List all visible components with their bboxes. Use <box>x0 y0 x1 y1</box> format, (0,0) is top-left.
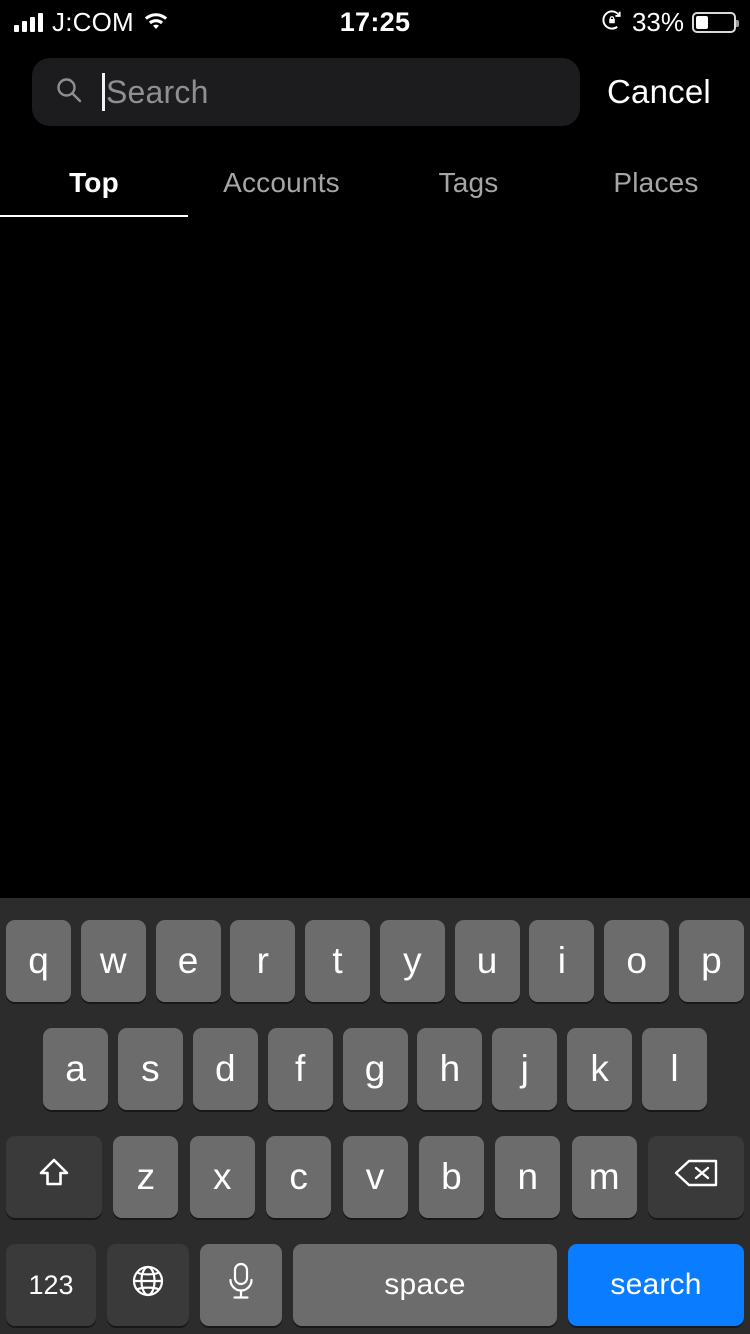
dictation-key[interactable] <box>200 1244 282 1326</box>
backspace-key[interactable] <box>648 1136 744 1218</box>
text-cursor <box>102 73 105 111</box>
key-t[interactable]: t <box>305 920 371 1002</box>
status-bar-right: 33% <box>600 0 739 44</box>
keyboard-row-4: 123 space search <box>0 1244 750 1326</box>
tab-accounts[interactable]: Accounts <box>188 150 375 215</box>
key-f[interactable]: f <box>267 1028 333 1110</box>
iphone-screen: J:COM 17:25 33% Search Cancel Top Accoun… <box>0 0 750 1334</box>
key-r[interactable]: r <box>230 920 296 1002</box>
key-m[interactable]: m <box>571 1136 637 1218</box>
key-k[interactable]: k <box>567 1028 633 1110</box>
search-results-list[interactable] <box>0 219 750 898</box>
key-w[interactable]: w <box>80 920 146 1002</box>
tab-places[interactable]: Places <box>562 150 750 215</box>
key-i[interactable]: i <box>529 920 595 1002</box>
shift-key[interactable] <box>6 1136 102 1218</box>
search-return-key[interactable]: search <box>568 1244 744 1326</box>
key-d[interactable]: d <box>192 1028 258 1110</box>
keyboard-row-1: q w e r t y u i o p <box>0 920 750 1002</box>
search-input[interactable]: Search <box>32 58 580 126</box>
key-c[interactable]: c <box>266 1136 332 1218</box>
key-s[interactable]: s <box>117 1028 183 1110</box>
backspace-icon <box>672 1155 720 1200</box>
status-bar: J:COM 17:25 33% <box>0 0 750 44</box>
key-n[interactable]: n <box>495 1136 561 1218</box>
key-u[interactable]: u <box>454 920 520 1002</box>
key-z[interactable]: z <box>113 1136 179 1218</box>
key-e[interactable]: e <box>155 920 221 1002</box>
tab-bar-divider <box>0 217 750 218</box>
key-l[interactable]: l <box>642 1028 707 1110</box>
battery-icon <box>692 11 739 33</box>
key-j[interactable]: j <box>492 1028 558 1110</box>
rotation-lock-icon <box>600 8 624 37</box>
globe-icon <box>128 1261 168 1310</box>
key-g[interactable]: g <box>342 1028 408 1110</box>
key-o[interactable]: o <box>604 920 670 1002</box>
numbers-key[interactable]: 123 <box>6 1244 96 1326</box>
battery-percent-label: 33% <box>631 6 684 37</box>
key-p[interactable]: p <box>678 920 744 1002</box>
search-icon <box>54 75 84 110</box>
search-header: Search Cancel <box>0 56 750 128</box>
key-q[interactable]: q <box>6 920 71 1002</box>
tab-tags[interactable]: Tags <box>375 150 562 215</box>
tab-top[interactable]: Top <box>0 150 188 215</box>
on-screen-keyboard: q w e r t y u i o p a s d f g h j k l z … <box>0 898 750 1334</box>
globe-key[interactable] <box>107 1244 189 1326</box>
key-v[interactable]: v <box>342 1136 408 1218</box>
key-y[interactable]: y <box>379 920 445 1002</box>
key-b[interactable]: b <box>418 1136 484 1218</box>
key-h[interactable]: h <box>417 1028 483 1110</box>
shift-icon <box>34 1153 74 1202</box>
keyboard-row-2: a s d f g h j k l <box>0 1028 750 1110</box>
cancel-button[interactable]: Cancel <box>607 73 711 111</box>
clock-label: 17:25 <box>339 6 411 37</box>
microphone-icon <box>224 1260 258 1311</box>
space-key[interactable]: space <box>293 1244 557 1326</box>
search-placeholder: Search <box>106 73 209 110</box>
search-scope-tab-bar: Top Accounts Tags Places <box>0 150 750 218</box>
key-a[interactable]: a <box>43 1028 108 1110</box>
key-x[interactable]: x <box>189 1136 255 1218</box>
keyboard-row-3: z x c v b n m <box>0 1136 750 1218</box>
